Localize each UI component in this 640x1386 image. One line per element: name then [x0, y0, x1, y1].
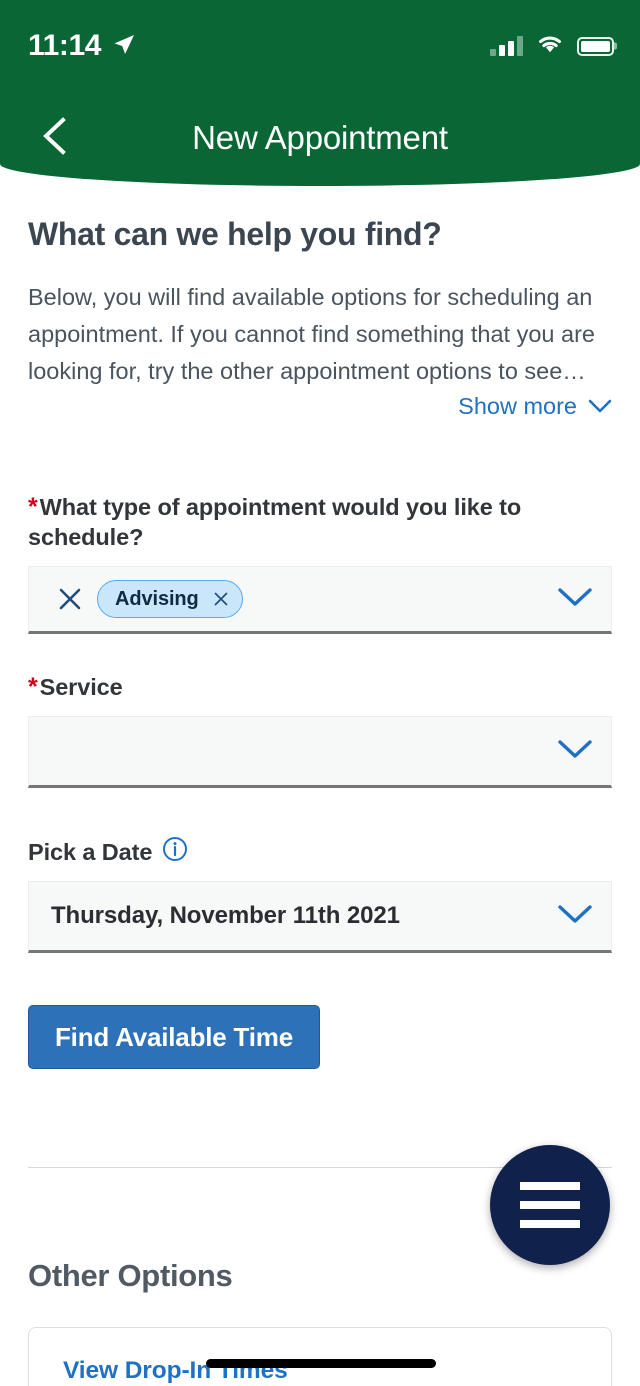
chevron-down-icon[interactable]: [557, 586, 593, 613]
wifi-icon: [536, 33, 564, 59]
appointment-type-select[interactable]: Advising: [28, 566, 612, 634]
field-appointment-type: *What type of appointment would you like…: [28, 492, 612, 634]
content-heading: What can we help you find?: [28, 216, 442, 252]
service-select[interactable]: [28, 716, 612, 788]
show-more-label: Show more: [458, 393, 577, 419]
status-bar: 11:14: [0, 0, 640, 86]
clear-selection-button[interactable]: [51, 580, 89, 618]
field-pick-a-date: Pick a Date Thursday, November 11th 2021: [28, 836, 612, 953]
chevron-down-icon[interactable]: [557, 903, 593, 930]
chip-remove-button[interactable]: [211, 589, 231, 609]
nav-bar: New Appointment: [0, 96, 640, 180]
pick-a-date-select[interactable]: Thursday, November 11th 2021: [28, 881, 612, 953]
chevron-left-icon: [37, 115, 71, 162]
status-time: 11:14: [28, 29, 102, 62]
app-screen: 11:14 New Appointment What can we help y…: [0, 0, 640, 1386]
pick-a-date-label-row: Pick a Date: [28, 836, 612, 867]
service-label: *Service: [28, 672, 612, 702]
main-content: What can we help you find? Below, you wi…: [0, 186, 640, 1069]
home-indicator: [206, 1359, 436, 1368]
cellular-signal-icon: [490, 36, 523, 56]
back-button[interactable]: [26, 110, 82, 166]
hamburger-menu-icon-bar2: [520, 1201, 580, 1209]
find-available-time-button[interactable]: Find Available Time: [28, 1005, 320, 1069]
chevron-down-icon: [588, 393, 612, 420]
page-title: New Appointment: [192, 119, 448, 156]
menu-fab-button[interactable]: [490, 1145, 610, 1265]
battery-full-icon: [577, 36, 614, 56]
required-marker: *: [28, 673, 38, 701]
other-options-heading: Other Options: [28, 1258, 233, 1293]
location-arrow-icon: [112, 33, 136, 62]
selected-chip-advising[interactable]: Advising: [97, 580, 243, 618]
hamburger-menu-icon-bar3: [520, 1220, 580, 1228]
app-header: 11:14 New Appointment: [0, 0, 640, 186]
appointment-type-label: *What type of appointment would you like…: [28, 492, 612, 552]
intro-paragraph: Below, you will find available options f…: [28, 284, 595, 384]
chip-label: Advising: [115, 587, 199, 610]
status-bar-right: [490, 33, 614, 59]
hamburger-menu-icon: [520, 1182, 580, 1190]
service-label-text: Service: [39, 674, 123, 700]
other-options-card: View Drop-In Times: [28, 1327, 612, 1386]
pick-a-date-label: Pick a Date: [28, 838, 153, 865]
show-more-button[interactable]: Show more: [458, 393, 612, 420]
show-more-row: Show more: [0, 393, 612, 420]
pick-a-date-value: Thursday, November 11th 2021: [51, 902, 400, 929]
chevron-down-icon[interactable]: [557, 738, 593, 765]
appointment-type-label-text: What type of appointment would you like …: [28, 494, 522, 550]
info-circle-icon[interactable]: [162, 836, 188, 867]
required-marker: *: [28, 493, 38, 521]
status-bar-left: 11:14: [28, 31, 136, 62]
field-service: *Service: [28, 672, 612, 788]
